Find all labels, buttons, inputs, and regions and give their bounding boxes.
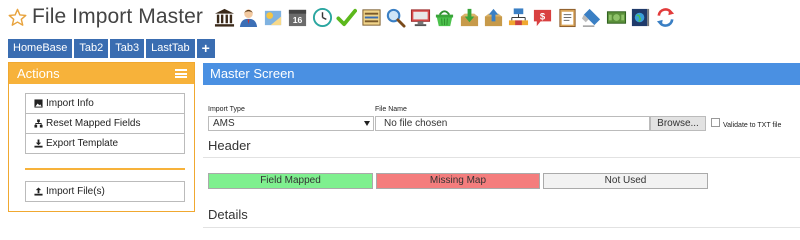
- reset-mapped-fields-button[interactable]: Reset Mapped Fields: [25, 113, 185, 134]
- globe-book-icon[interactable]: [630, 6, 653, 28]
- menu-icon[interactable]: [175, 69, 187, 78]
- register-icon[interactable]: [360, 6, 383, 28]
- legend-missing-map: Missing Map: [376, 173, 540, 189]
- import-files-button[interactable]: Import File(s): [25, 181, 185, 202]
- import-info-button[interactable]: Import Info: [25, 93, 185, 114]
- export-template-label: Export Template: [46, 138, 119, 149]
- calendar-day: 16: [293, 15, 303, 25]
- browse-button[interactable]: Browse...: [650, 116, 706, 131]
- page-title: File Import Master: [32, 5, 203, 28]
- download-icon: [34, 139, 43, 148]
- import-files-label: Import File(s): [46, 186, 105, 197]
- tab-lasttab[interactable]: LastTab: [146, 39, 195, 58]
- sitemap-icon: [34, 119, 43, 128]
- actions-button-group: Import Info Reset Mapped Fields Export T…: [25, 93, 185, 154]
- file-name-label: File Name: [375, 106, 407, 113]
- actions-divider: [25, 168, 185, 170]
- file-name-input[interactable]: No file chosen: [375, 116, 650, 131]
- clipboard-icon[interactable]: [556, 6, 579, 28]
- header-section-title: Header: [208, 138, 251, 153]
- favorite-star-icon[interactable]: [8, 8, 27, 27]
- note-icon[interactable]: [262, 6, 285, 28]
- export-template-button[interactable]: Export Template: [25, 133, 185, 154]
- toolbar: 16 $: [213, 6, 677, 28]
- checkmark-icon[interactable]: [336, 6, 359, 28]
- import-type-value: AMS: [213, 118, 235, 129]
- upload-icon: [34, 187, 43, 196]
- bank-icon[interactable]: [213, 6, 236, 28]
- actions-header: Actions: [9, 63, 194, 84]
- master-screen-title: Master Screen: [210, 66, 295, 81]
- import-type-label: Import Type: [208, 106, 245, 113]
- reset-mapped-fields-label: Reset Mapped Fields: [46, 118, 141, 129]
- dollar-chat-icon[interactable]: $: [532, 6, 555, 28]
- tab-tab3[interactable]: Tab3: [110, 39, 145, 58]
- details-section-title: Details: [208, 207, 248, 222]
- svg-text:$: $: [540, 11, 546, 22]
- tab-homebase[interactable]: HomeBase: [8, 39, 73, 58]
- add-tab-button[interactable]: +: [196, 39, 215, 58]
- page-header: File Import Master: [8, 5, 203, 29]
- file-name-value: No file chosen: [384, 118, 448, 129]
- legend-not-used: Not Used: [543, 173, 708, 189]
- import-files-wrapper: Import File(s): [25, 181, 185, 202]
- refresh-icon[interactable]: [654, 6, 677, 28]
- tab-bar: HomeBase Tab2 Tab3 LastTab +: [8, 39, 215, 58]
- validate-txt-label: Validate to TXT file: [723, 122, 782, 129]
- monitor-icon[interactable]: [409, 6, 432, 28]
- download-box-icon[interactable]: [458, 6, 481, 28]
- validate-txt-checkbox[interactable]: [711, 118, 720, 127]
- upload-box-icon[interactable]: [483, 6, 506, 28]
- chevron-down-icon: [364, 121, 370, 126]
- import-type-select[interactable]: AMS: [208, 116, 374, 131]
- details-divider: [203, 227, 800, 228]
- tab-tab2[interactable]: Tab2: [74, 39, 109, 58]
- actions-title: Actions: [17, 66, 60, 81]
- eraser-icon[interactable]: [581, 6, 604, 28]
- image-icon: [34, 99, 43, 108]
- import-info-label: Import Info: [46, 98, 94, 109]
- network-icon[interactable]: [507, 6, 530, 28]
- master-screen-header: Master Screen: [203, 63, 800, 85]
- cash-icon[interactable]: [605, 6, 628, 28]
- magnifier-icon[interactable]: [385, 6, 408, 28]
- legend-field-mapped: Field Mapped: [208, 173, 373, 189]
- calendar-icon[interactable]: 16: [287, 6, 310, 28]
- user-icon[interactable]: [238, 6, 261, 28]
- basket-icon[interactable]: [434, 6, 457, 28]
- clock-icon[interactable]: [311, 6, 334, 28]
- header-divider: [203, 157, 800, 158]
